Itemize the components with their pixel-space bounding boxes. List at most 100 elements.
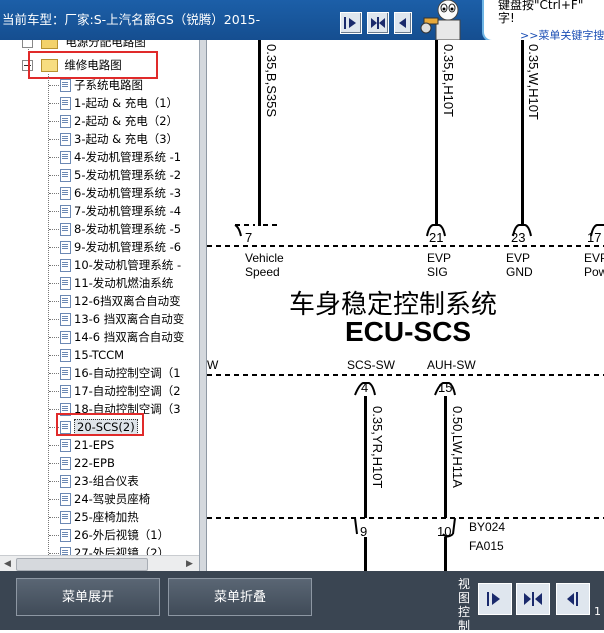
tip-text-line2: 字! [498,11,515,25]
pin-label: EVP [427,251,452,265]
document-icon [60,259,71,272]
tree-item[interactable]: 1-起动 & 充电（1） [74,94,178,112]
tree-item[interactable]: 12-6挡双离合自动变 [74,292,181,310]
pin-label: Pow [584,265,604,279]
tree-item[interactable]: 5-发动机管理系统 -2 [74,166,181,184]
view-prev-button[interactable] [556,583,590,615]
tree-item[interactable]: 2-起动 & 充电（2） [74,112,178,130]
tree-item[interactable]: 4-发动机管理系统 -1 [74,148,181,166]
document-icon [60,241,71,254]
tree-item[interactable]: 10-发动机管理系统 - [74,256,181,274]
document-icon [60,493,71,506]
tree-item-label: 3-起动 & 充电（3） [74,132,179,146]
tree-item-label: 24-驾驶员座椅 [74,492,151,506]
tree-item[interactable]: 26-外后视镜（1） [74,526,169,544]
view-fit-button[interactable] [516,583,550,615]
tree-item[interactable]: 13-6 挡双离合自动变 [74,310,184,328]
wire-scs-sw [364,396,367,518]
tree-horizontal-scrollbar[interactable]: ◀ ▶ [0,555,199,572]
tree-item[interactable]: 3-起动 & 充电（3） [74,130,178,148]
pin-label: Vehicle [245,251,284,265]
tree-item[interactable]: 14-6 挡双离合自动变 [74,328,184,346]
ecu-title-en: ECU-SCS [345,316,472,347]
tree-item[interactable]: 15-TCCM [74,346,124,364]
pane-splitter[interactable] [200,40,207,571]
tree-item-label: 6-发动机管理系统 -3 [74,186,182,200]
expand-menu-button[interactable]: 菜单展开 [16,578,160,616]
pin-number: 7 [245,230,253,245]
scroll-right-icon[interactable]: ▶ [186,559,193,569]
pin-number: 21 [429,230,444,245]
document-icon [60,277,71,290]
document-icon [60,115,71,128]
arrow-left-icon [567,592,578,606]
wire-label: 0.35,YR,H10T [370,406,385,489]
switch-label: SCS-SW [347,358,395,372]
document-icon [60,223,71,236]
expand-icon[interactable] [22,40,33,48]
pin-label: EVP [506,251,531,265]
document-icon [60,205,71,218]
split-arrows-icon [371,17,385,29]
wire-auh-sw-lower [444,537,447,571]
tree-item[interactable]: 8-发动机管理系统 -5 [74,220,181,238]
tree-item[interactable]: 17-自动控制空调（2 [74,382,181,400]
arrow-right-icon [487,592,500,606]
arrow-right-icon [344,17,356,29]
view-control-label: 视图控制 [458,577,471,633]
tree-item[interactable]: 22-EPB [74,454,115,472]
view-next-button[interactable] [478,583,512,615]
connector-pin: 9 [360,524,368,539]
header-bar: 当前车型：厂家:S-上汽名爵GS（锐腾）2015- 键盘按"Ctrl+F" 字!… [0,0,604,42]
scrollbar-thumb[interactable] [16,558,148,571]
collapse-menu-button[interactable]: 菜单折叠 [168,578,312,616]
next-page-button[interactable] [340,12,362,34]
tree-item[interactable]: 16-自动控制空调（1 [74,364,181,382]
current-model-title: 当前车型：厂家:S-上汽名爵GS（锐腾）2015- [2,12,261,27]
tree-item-power-distribution[interactable]: 电源分配电路图 [22,40,146,51]
selected-item-highlight-box [56,413,144,436]
document-icon [60,349,71,362]
tree-item[interactable]: 9-发动机管理系统 -6 [74,238,181,256]
tree-item[interactable]: 6-发动机管理系统 -3 [74,184,181,202]
pin-label: EVP [584,251,604,265]
tree-item-label: 8-发动机管理系统 -5 [74,222,182,236]
menu-tree[interactable]: 电源分配电路图 维修电路图 子系统电路图 1-起动 & 充电（1） 2-起动 & 充… [0,40,200,571]
page-number: 1 [594,605,601,618]
document-icon [60,187,71,200]
tree-item-label: 16-自动控制空调（1 [74,366,181,380]
wire-scs-sw-lower [364,537,367,571]
tree-item[interactable]: 11-发动机燃油系统 [74,274,173,292]
tree-item-label: 11-发动机燃油系统 [74,276,174,290]
tree-item[interactable]: 子系统电路图 [74,76,143,94]
tree-item[interactable]: 21-EPS [74,436,114,454]
tree-item-label: 17-自动控制空调（2 [74,384,181,398]
tree-item[interactable]: 25-座椅加热 [74,508,139,526]
arrow-left-icon [399,18,406,28]
tree-item-label: 9-发动机管理系统 -6 [74,240,182,254]
tree-item-label: 15-TCCM [74,348,125,362]
prev-page-button[interactable] [394,12,412,34]
document-icon [60,79,71,92]
tree-item-label: 23-组合仪表 [74,474,139,488]
tree-item-label: 子系统电路图 [74,78,143,92]
wiring-diagram-pane: 0.35,B,S35S 0.35,B,H10T 0.35,W,H10T 7 Ve… [207,40,604,571]
tree-item[interactable]: 7-发动机管理系统 -4 [74,202,181,220]
pin-number: 15 [438,380,453,395]
scroll-left-icon[interactable]: ◀ [4,559,11,569]
document-icon [60,133,71,146]
tree-item-label: 22-EPB [74,456,115,470]
tree-item[interactable]: 23-组合仪表 [74,472,139,490]
document-icon [60,457,71,470]
wire-auh-sw [444,396,447,518]
split-arrows-icon [524,592,542,606]
pin-label: Speed [245,265,280,279]
document-icon [60,331,71,344]
tree-item-label: 25-座椅加热 [74,510,139,524]
folder-icon [40,40,58,49]
tree-item[interactable]: 24-驾驶员座椅 [74,490,150,508]
connector-id: FA015 [469,539,504,553]
tree-item-label: 4-发动机管理系统 -1 [74,150,182,164]
fit-page-button[interactable] [367,12,389,34]
wire-label: 0.50,LW,H11A [450,406,465,488]
